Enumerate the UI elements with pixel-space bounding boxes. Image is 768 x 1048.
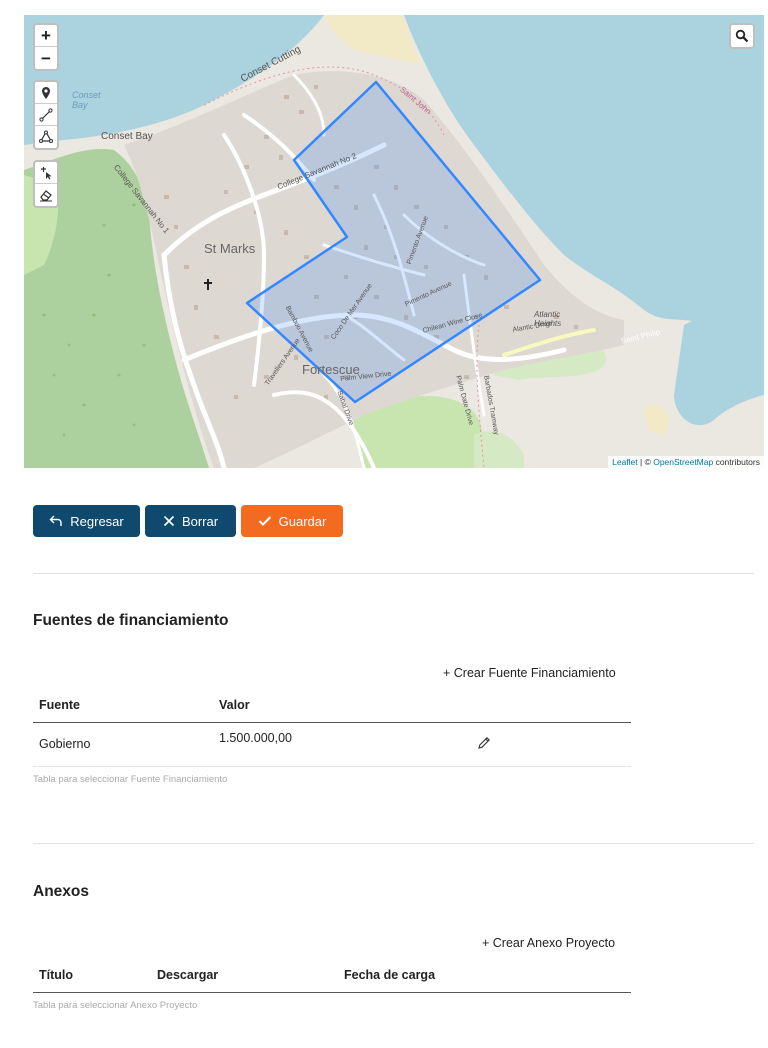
create-annex-link[interactable]: + Crear Anexo Proyecto xyxy=(482,936,615,950)
map-tiles xyxy=(24,15,764,468)
return-arrow-icon xyxy=(49,515,62,526)
annexes-table: Título Descargar Fecha de carga xyxy=(33,958,631,993)
save-button-label: Guardar xyxy=(278,513,327,529)
zoom-in-button[interactable]: + xyxy=(35,25,57,47)
annexes-table-caption: Tabla para seleccionar Anexo Proyecto xyxy=(33,1000,198,1011)
back-button[interactable]: Regresar xyxy=(33,505,140,537)
map-label-st-marks: St Marks xyxy=(204,241,256,256)
draw-polyline-button[interactable] xyxy=(35,104,57,126)
delete-button-label: Borrar xyxy=(181,513,219,529)
column-header-descargar: Descargar xyxy=(151,958,338,993)
check-icon xyxy=(258,516,271,526)
pencil-icon xyxy=(478,736,490,749)
divider xyxy=(33,573,754,574)
edit-cursor-icon xyxy=(41,166,52,179)
cell-actions xyxy=(473,722,631,767)
table-row[interactable]: Gobierno 1.500.000,00 xyxy=(33,722,631,767)
draw-toolbar xyxy=(33,80,59,150)
column-header-fecha: Fecha de carga xyxy=(338,958,631,993)
map-search-button[interactable] xyxy=(731,25,753,47)
funding-table: Fuente Valor Gobierno 1.500.000,00 xyxy=(33,688,631,767)
column-header-titulo: Título xyxy=(33,958,151,993)
form-actions: Regresar Borrar Guardar xyxy=(33,505,343,537)
delete-button[interactable]: Borrar xyxy=(145,505,236,537)
create-funding-link[interactable]: + Crear Fuente Financiamiento xyxy=(443,666,616,680)
column-header-valor: Valor xyxy=(213,688,473,723)
column-header-fuente: Fuente xyxy=(33,688,213,723)
edit-toolbar xyxy=(33,160,59,208)
marker-icon xyxy=(42,86,50,99)
funding-table-caption: Tabla para seleccionar Fuente Financiami… xyxy=(33,774,228,785)
map-label-conset-bay-water: Conset Bay xyxy=(72,90,101,110)
zoom-control: + − xyxy=(33,23,59,71)
cell-valor: 1.500.000,00 xyxy=(213,722,473,767)
osm-link[interactable]: OpenStreetMap xyxy=(653,457,713,467)
polygon-icon xyxy=(39,130,53,143)
map-label-conset-bay: Conset Bay xyxy=(101,131,153,142)
attribution-contributors: contributors xyxy=(713,457,760,467)
search-icon xyxy=(735,29,749,43)
attribution-separator: | © xyxy=(637,457,654,467)
table-header-row: Título Descargar Fecha de carga xyxy=(33,958,631,993)
annexes-section-title: Anexos xyxy=(33,883,89,900)
draw-marker-button[interactable] xyxy=(35,82,57,104)
zoom-out-button[interactable]: − xyxy=(35,47,57,69)
table-header-row: Fuente Valor xyxy=(33,688,631,723)
polyline-icon xyxy=(39,107,53,122)
draw-polygon-button[interactable] xyxy=(35,126,57,148)
close-icon xyxy=(163,515,175,527)
edit-layers-button[interactable] xyxy=(35,162,57,184)
map-search-control xyxy=(729,23,755,49)
cell-fuente: Gobierno xyxy=(33,722,213,767)
map-view[interactable]: Conset Cutting Conset Bay Conset Bay St … xyxy=(24,15,764,468)
map-attribution: Leaflet | © OpenStreetMap contributors xyxy=(608,456,764,468)
divider xyxy=(33,843,754,844)
save-button[interactable]: Guardar xyxy=(241,505,343,537)
delete-layers-button[interactable] xyxy=(35,184,57,206)
leaflet-link[interactable]: Leaflet xyxy=(612,457,638,467)
edit-row-button[interactable] xyxy=(477,736,491,753)
back-button-label: Regresar xyxy=(70,513,124,529)
column-header-actions xyxy=(473,688,631,723)
eraser-icon xyxy=(40,190,52,202)
funding-section-title: Fuentes de financiamiento xyxy=(33,612,229,629)
